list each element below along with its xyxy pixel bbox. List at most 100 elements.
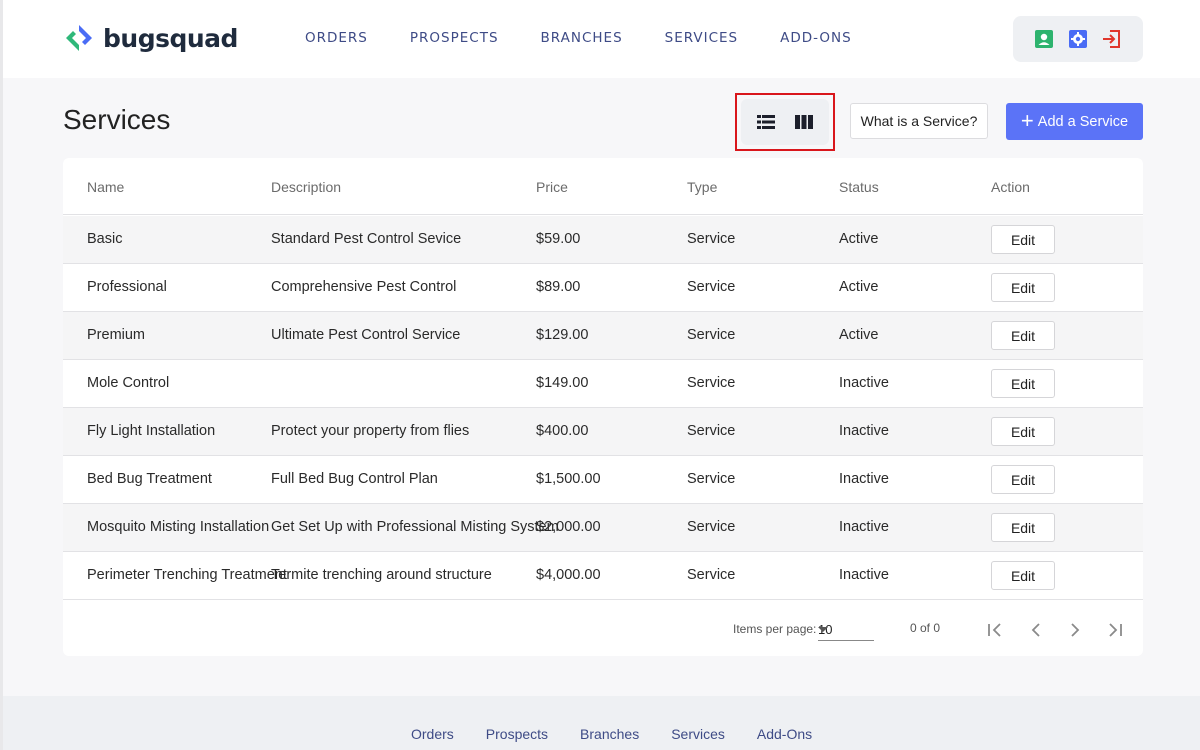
table-row[interactable]: Premium Ultimate Pest Control Service $1… — [63, 312, 1143, 360]
edit-button[interactable]: Edit — [991, 321, 1055, 350]
table-header: Name Description Price Type Status Actio… — [63, 158, 1143, 215]
footer-nav: Orders Prospects Branches Services Add-O… — [411, 726, 844, 742]
table-row[interactable]: Mole Control $149.00 Service Inactive Ed… — [63, 360, 1143, 408]
footer: Orders Prospects Branches Services Add-O… — [3, 696, 1200, 750]
items-per-page-select[interactable]: 10 — [818, 617, 874, 641]
cell-price: $1,500.00 — [536, 471, 601, 487]
edit-button[interactable]: Edit — [991, 561, 1055, 590]
plus-icon: + — [1020, 107, 1034, 133]
cell-description: Comprehensive Pest Control — [271, 279, 457, 295]
page-range-label: 0 of 0 — [910, 621, 941, 635]
cell-name: Bed Bug Treatment — [87, 471, 212, 487]
main-nav: ORDERS PROSPECTS BRANCHES SERVICES ADD-O… — [305, 30, 894, 46]
settings-icon[interactable] — [1067, 28, 1089, 50]
cell-price: $149.00 — [536, 375, 589, 391]
cell-description: Standard Pest Control Sevice — [271, 231, 462, 247]
cell-status: Active — [839, 327, 879, 343]
footer-link-add-ons[interactable]: Add-Ons — [757, 726, 812, 742]
cell-name: Perimeter Trenching Treatment — [87, 567, 287, 583]
logout-icon[interactable] — [1101, 28, 1123, 50]
column-header-description: Description — [271, 179, 342, 195]
cell-type: Service — [687, 327, 736, 343]
cell-name: Fly Light Installation — [87, 423, 216, 439]
top-header: bugsquad ORDERS PROSPECTS BRANCHES SERVI… — [3, 0, 1200, 78]
add-service-label: Add a Service — [1037, 113, 1129, 130]
nav-orders[interactable]: ORDERS — [305, 30, 368, 46]
page-title: Services — [63, 104, 171, 135]
footer-link-prospects[interactable]: Prospects — [486, 726, 548, 742]
nav-branches[interactable]: BRANCHES — [541, 30, 623, 46]
column-header-name: Name — [87, 179, 125, 195]
cell-status: Inactive — [839, 471, 889, 487]
cell-price: $59.00 — [536, 231, 581, 247]
list-view-icon[interactable] — [755, 111, 777, 133]
profile-icon[interactable] — [1033, 28, 1055, 50]
cell-status: Active — [839, 231, 879, 247]
column-header-price: Price — [536, 179, 568, 195]
dropdown-caret-icon — [818, 627, 828, 632]
table-row[interactable]: Professional Comprehensive Pest Control … — [63, 264, 1143, 312]
page-left-border — [0, 0, 3, 750]
next-page-icon[interactable] — [1063, 618, 1087, 642]
paginator: Items per page: 10 0 of 0 — [63, 606, 1143, 656]
first-page-icon[interactable] — [983, 618, 1007, 642]
footer-link-orders[interactable]: Orders — [411, 726, 454, 742]
what-is-a-service-button[interactable]: What is a Service? — [850, 103, 988, 139]
cell-price: $4,000.00 — [536, 567, 601, 583]
edit-button[interactable]: Edit — [991, 465, 1055, 494]
cell-status: Inactive — [839, 423, 889, 439]
cell-description: Ultimate Pest Control Service — [271, 327, 461, 343]
cell-description: Get Set Up with Professional Misting Sys… — [271, 519, 559, 535]
column-view-icon[interactable] — [793, 111, 815, 133]
edit-button[interactable]: Edit — [991, 417, 1055, 446]
table-row[interactable]: Perimeter Trenching Treatment Termite tr… — [63, 552, 1143, 600]
cell-description: Termite trenching around structure — [271, 567, 492, 583]
cell-type: Service — [687, 471, 736, 487]
edit-button[interactable]: Edit — [991, 225, 1055, 254]
cell-status: Inactive — [839, 375, 889, 391]
cell-status: Inactive — [839, 519, 889, 535]
view-toggle — [741, 99, 829, 145]
table-row[interactable]: Mosquito Misting Installation Get Set Up… — [63, 504, 1143, 552]
cell-description: Protect your property from flies — [271, 423, 470, 439]
last-page-icon[interactable] — [1103, 618, 1127, 642]
footer-link-branches[interactable]: Branches — [580, 726, 639, 742]
cell-type: Service — [687, 375, 736, 391]
footer-link-services[interactable]: Services — [671, 726, 725, 742]
table-row[interactable]: Basic Standard Pest Control Sevice $59.0… — [63, 216, 1143, 264]
cell-type: Service — [687, 423, 736, 439]
items-per-page-label: Items per page: — [733, 622, 817, 636]
cell-name: Basic — [87, 231, 123, 247]
column-header-action: Action — [991, 179, 1030, 195]
cell-description: Full Bed Bug Control Plan — [271, 471, 438, 487]
cell-price: $2,000.00 — [536, 519, 601, 535]
column-header-type: Type — [687, 179, 718, 195]
services-table: Name Description Price Type Status Actio… — [63, 158, 1143, 656]
brand-logo[interactable]: bugsquad — [63, 22, 238, 54]
edit-button[interactable]: Edit — [991, 369, 1055, 398]
cell-name: Mosquito Misting Installation — [87, 519, 270, 535]
add-service-button[interactable]: + Add a Service — [1006, 103, 1143, 140]
cell-name: Mole Control — [87, 375, 170, 391]
table-row[interactable]: Bed Bug Treatment Full Bed Bug Control P… — [63, 456, 1143, 504]
edit-button[interactable]: Edit — [991, 513, 1055, 542]
cell-name: Professional — [87, 279, 167, 295]
cell-price: $89.00 — [536, 279, 581, 295]
previous-page-icon[interactable] — [1024, 618, 1048, 642]
cell-name: Premium — [87, 327, 146, 343]
cell-type: Service — [687, 567, 736, 583]
nav-prospects[interactable]: PROSPECTS — [410, 30, 499, 46]
cell-status: Inactive — [839, 567, 889, 583]
column-header-status: Status — [839, 179, 879, 195]
cell-type: Service — [687, 519, 736, 535]
table-row[interactable]: Fly Light Installation Protect your prop… — [63, 408, 1143, 456]
nav-add-ons[interactable]: ADD-ONS — [780, 30, 852, 46]
cell-price: $400.00 — [536, 423, 589, 439]
edit-button[interactable]: Edit — [991, 273, 1055, 302]
brand-name: bugsquad — [103, 23, 238, 53]
cell-price: $129.00 — [536, 327, 589, 343]
header-icon-group — [1013, 16, 1143, 62]
cell-status: Active — [839, 279, 879, 295]
logo-icon — [66, 25, 92, 51]
nav-services[interactable]: SERVICES — [665, 30, 738, 46]
